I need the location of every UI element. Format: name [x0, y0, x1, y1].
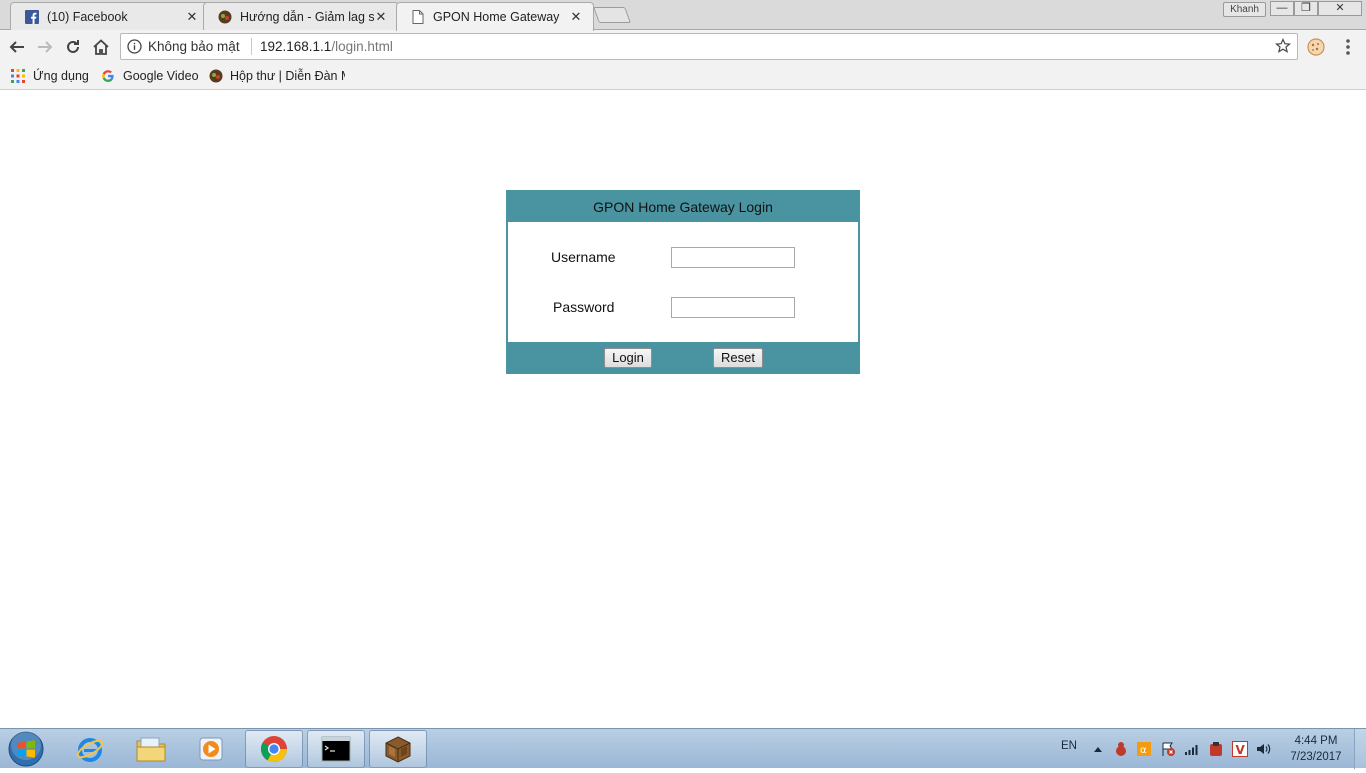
password-input[interactable] — [671, 297, 795, 318]
media-player-icon — [199, 737, 223, 761]
tab-strip: (10) Facebook ✕ Hướng dẫn - Giảm lag se … — [0, 0, 1366, 31]
start-button[interactable] — [6, 730, 46, 768]
tab-content: (10) Facebook ✕ — [25, 8, 199, 26]
login-button[interactable]: Login — [604, 348, 652, 368]
arrow-left-icon — [9, 41, 24, 53]
url-text[interactable]: 192.168.1.1/login.html — [260, 39, 393, 54]
tab-title: Hướng dẫn - Giảm lag se — [240, 10, 374, 24]
bookmark-label: Google Video — [123, 69, 199, 83]
password-label: Password — [553, 299, 615, 315]
bookmark-forum[interactable]: Hộp thư | Diễn Đàn M — [209, 67, 345, 85]
close-icon[interactable]: ✕ — [185, 10, 199, 24]
bookmark-label: Hộp thư | Diễn Đàn M — [230, 69, 345, 83]
bookmarks-bar: Ứng dụng Google Video Hộp thư | Diễn Đàn… — [0, 63, 1366, 90]
restore-button[interactable]: ❐ — [1294, 1, 1318, 16]
clock-date: 7/23/2017 — [1290, 751, 1342, 763]
username-input[interactable] — [671, 247, 795, 268]
new-tab-button[interactable] — [593, 7, 631, 23]
url-path: /login.html — [331, 39, 393, 54]
facebook-icon — [25, 10, 39, 24]
svg-text:V: V — [1236, 743, 1246, 757]
taskbar-media-player[interactable] — [182, 730, 240, 768]
bookmark-star-icon[interactable] — [1275, 38, 1291, 54]
tab-content: Hướng dẫn - Giảm lag se ✕ — [218, 8, 388, 26]
reload-icon — [67, 40, 79, 53]
arrow-right-icon — [38, 41, 53, 53]
apps-grid-icon — [10, 68, 26, 84]
info-icon[interactable] — [127, 39, 142, 54]
taskbar-file-explorer[interactable] — [122, 730, 180, 768]
forward-button[interactable] — [34, 36, 56, 58]
chrome-icon — [260, 736, 288, 763]
taskbar-chrome[interactable] — [245, 730, 303, 768]
tray-app-red-icon[interactable] — [1113, 741, 1129, 757]
action-center-flag-icon[interactable] — [1160, 741, 1176, 757]
bookmark-google-video[interactable]: Google Video — [100, 67, 199, 85]
cookie-extension-icon[interactable] — [1306, 37, 1326, 57]
tab-facebook[interactable]: (10) Facebook ✕ — [10, 2, 210, 30]
network-signal-icon[interactable] — [1184, 741, 1200, 757]
bookmark-apps[interactable]: Ứng dụng — [10, 67, 89, 85]
tab-content: GPON Home Gateway ✕ — [411, 8, 583, 26]
home-button[interactable] — [90, 36, 112, 58]
taskbar-internet-explorer[interactable] — [61, 730, 119, 768]
forum-icon — [209, 68, 223, 84]
security-app-icon[interactable] — [1208, 741, 1224, 757]
back-button[interactable] — [6, 36, 28, 58]
profile-button[interactable]: Khanh — [1223, 2, 1266, 17]
reload-button[interactable] — [62, 36, 84, 58]
page-icon — [411, 10, 425, 24]
vietkey-icon[interactable]: V — [1232, 741, 1248, 757]
login-actions: Login Reset — [506, 342, 860, 374]
svg-text:α: α — [1140, 745, 1147, 756]
clock-time: 4:44 PM — [1294, 735, 1338, 747]
minimize-button[interactable]: — — [1270, 1, 1294, 16]
url-host: 192.168.1.1 — [260, 39, 332, 54]
system-clock[interactable]: 4:44 PM 7/23/2017 — [1283, 733, 1349, 765]
tab-huong-dan[interactable]: Hướng dẫn - Giảm lag se ✕ — [203, 2, 399, 30]
tab-title: GPON Home Gateway — [433, 10, 560, 24]
reset-button[interactable]: Reset — [713, 348, 763, 368]
internet-explorer-icon — [76, 738, 104, 762]
command-prompt-icon — [321, 736, 351, 762]
login-panel: GPON Home Gateway Login Username Passwor… — [506, 190, 860, 374]
show-desktop-button[interactable] — [1354, 729, 1366, 769]
browser-toolbar: Không bảo mật 192.168.1.1/login.html — [0, 30, 1366, 63]
close-icon[interactable]: ✕ — [374, 10, 388, 24]
login-form: Username Password — [508, 222, 858, 342]
folder-icon — [136, 737, 166, 762]
taskbar-command-prompt[interactable] — [307, 730, 365, 768]
volume-icon[interactable] — [1256, 741, 1272, 757]
language-indicator[interactable]: EN — [1061, 740, 1077, 752]
tab-title: (10) Facebook — [47, 10, 128, 24]
taskbar-minecraft[interactable] — [369, 730, 427, 768]
security-status[interactable]: Không bảo mật — [148, 39, 240, 54]
divider — [251, 38, 252, 55]
forum-icon — [218, 10, 232, 24]
crafting-table-icon — [385, 736, 411, 763]
bookmark-label: Ứng dụng — [33, 69, 89, 83]
close-window-button[interactable]: ✕ — [1318, 1, 1362, 16]
tray-orange-app-icon[interactable]: α — [1136, 741, 1152, 757]
address-bar[interactable]: Không bảo mật 192.168.1.1/login.html — [120, 33, 1298, 60]
more-menu-icon[interactable] — [1340, 37, 1356, 57]
show-hidden-icons-icon[interactable] — [1090, 741, 1106, 757]
home-icon — [93, 39, 109, 55]
google-icon — [100, 68, 116, 84]
windows-logo-icon — [8, 730, 44, 767]
close-icon[interactable]: ✕ — [569, 10, 583, 24]
login-title: GPON Home Gateway Login — [593, 199, 773, 215]
username-label: Username — [551, 249, 616, 265]
page-content: GPON Home Gateway Login Username Passwor… — [0, 90, 1366, 728]
tab-gpon[interactable]: GPON Home Gateway ✕ — [396, 2, 594, 31]
windows-taskbar: EN α V 4:44 PM 7/23/2017 — [0, 728, 1366, 769]
